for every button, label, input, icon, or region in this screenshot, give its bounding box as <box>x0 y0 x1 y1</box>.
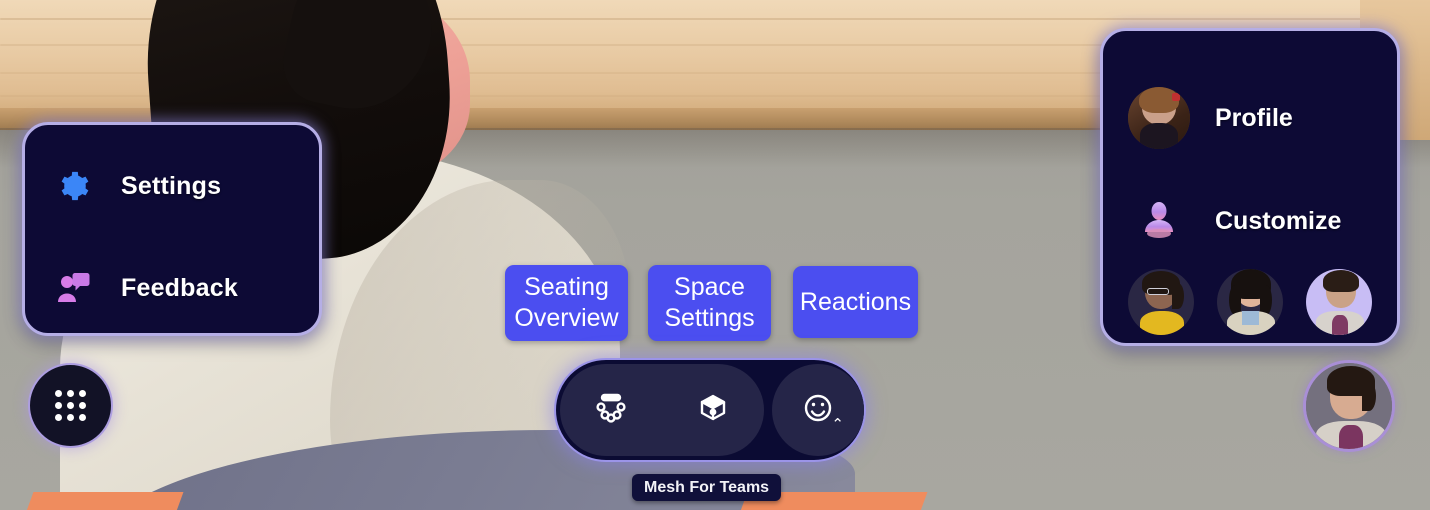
seating-overview-toolbar-button[interactable] <box>560 364 662 456</box>
gear-icon <box>25 169 121 203</box>
grid-dots-icon <box>54 389 62 397</box>
feedback-person-chat-icon <box>25 271 121 305</box>
seating-overview-icon <box>591 388 631 433</box>
avatar-options-row <box>1103 269 1397 335</box>
profile-photo-avatar <box>1103 87 1215 149</box>
avatar-option-1[interactable] <box>1128 269 1195 335</box>
menu-item-settings[interactable]: Settings <box>25 150 319 222</box>
toolbar-primary-group <box>560 364 764 456</box>
avatar-option-3[interactable] <box>1305 269 1372 335</box>
space-settings-cube-icon <box>693 388 733 433</box>
apps-grid-button[interactable] <box>28 363 113 448</box>
customize-avatar-bust-icon <box>1103 201 1215 241</box>
reactions-label: Reactions <box>799 287 912 316</box>
self-avatar-button[interactable] <box>1303 360 1395 452</box>
mesh-bottom-toolbar: ⌃ <box>554 358 866 462</box>
menu-item-customize[interactable]: Customize <box>1103 186 1397 256</box>
space-settings-line2: Settings <box>664 304 755 332</box>
seating-overview-line1: Seating <box>524 273 609 301</box>
space-settings-toolbar-button[interactable] <box>662 364 764 456</box>
reactions-button[interactable]: Reactions <box>793 266 918 338</box>
menu-item-profile-label: Profile <box>1215 103 1293 132</box>
app-tooltip: Mesh For Teams <box>632 474 782 501</box>
reactions-toolbar-button[interactable]: ⌃ <box>772 364 864 456</box>
profile-menu-panel: Profile Customize <box>1100 28 1400 346</box>
menu-item-customize-label: Customize <box>1215 206 1342 235</box>
avatar-option-2[interactable] <box>1216 269 1283 335</box>
menu-item-feedback-label: Feedback <box>121 273 238 302</box>
menu-item-profile[interactable]: Profile <box>1103 77 1397 159</box>
orange-object-left <box>22 492 184 510</box>
chevron-up-icon: ⌃ <box>831 416 844 433</box>
settings-menu-panel: Settings Feedback <box>22 122 322 336</box>
seating-overview-line2: Overview <box>514 304 619 332</box>
menu-item-feedback[interactable]: Feedback <box>25 252 319 324</box>
space-settings-line1: Space <box>674 273 745 301</box>
menu-item-settings-label: Settings <box>121 171 222 200</box>
space-settings-button[interactable]: Space Settings <box>648 265 771 341</box>
app-tooltip-label: Mesh For Teams <box>644 478 770 496</box>
seating-overview-button[interactable]: Seating Overview <box>505 265 628 341</box>
